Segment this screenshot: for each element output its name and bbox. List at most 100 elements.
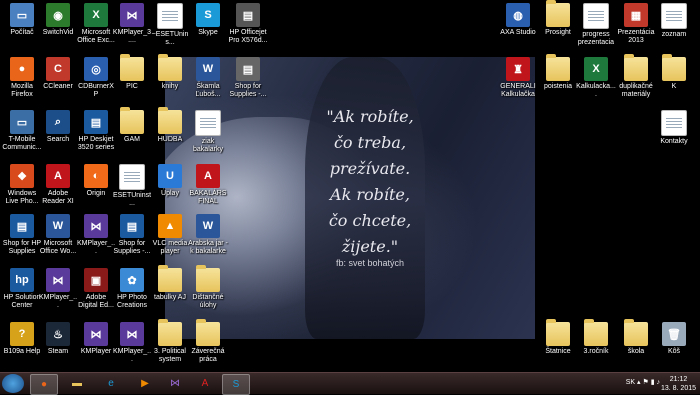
- right-icon-item[interactable]: škola: [616, 319, 656, 356]
- taskbar: ● ▬ e ▶ ⋈ A S SK ▴ ⚑ ▮ ♪ 21:12 13. 8. 2015: [0, 372, 700, 395]
- icon-label: zoznam: [661, 31, 687, 38]
- icon-label: Kôš: [667, 348, 681, 355]
- tray-icons[interactable]: ▴ ⚑ ▮ ♪: [637, 379, 660, 386]
- right-icon-item[interactable]: 🗑 Kôš: [654, 322, 694, 356]
- left-icon-item[interactable]: hp HP Solution Center: [2, 268, 42, 310]
- icon-label: Steam: [47, 348, 69, 355]
- icon-label: Shop for Supplies -...: [229, 83, 267, 98]
- left-icon-item[interactable]: S Skype: [188, 3, 228, 37]
- left-icon-item[interactable]: ⌕ Search: [38, 110, 78, 144]
- icon-label: VLC media player: [152, 240, 188, 255]
- left-icon-item[interactable]: ◉ SwitchVid: [38, 3, 78, 37]
- icon-label: ESETUninst...: [112, 192, 152, 207]
- pdf-taskbar-icon[interactable]: A: [192, 374, 218, 393]
- icon-label: Adobe Reader XI: [42, 190, 74, 205]
- icon-label: Prosight: [545, 29, 571, 36]
- right-icon-item[interactable]: zoznam: [654, 3, 694, 39]
- printer-icon: ▤: [236, 3, 260, 27]
- left-icon-item[interactable]: ⋈ KMPlayer_...: [38, 268, 78, 310]
- document-icon: [661, 110, 687, 136]
- left-icon-item[interactable]: HUDBA: [150, 107, 190, 144]
- right-icon-item[interactable]: 3.ročník: [576, 319, 616, 356]
- left-icon-item[interactable]: knihy: [150, 54, 190, 91]
- right-icon-item[interactable]: K: [654, 54, 694, 91]
- left-icon-item[interactable]: ● Mozilla Firefox: [2, 57, 42, 99]
- media-player-taskbar-icon[interactable]: ▶: [132, 374, 158, 393]
- left-icon-item[interactable]: ▤ Shop for Supplies -...: [112, 214, 152, 256]
- left-icon-item[interactable]: ▤ Shop for HP Supplies: [2, 214, 42, 256]
- left-icon-item[interactable]: ⋈ KMPlayer_3....: [112, 3, 152, 45]
- right-icon-item[interactable]: progress prezentacia: [576, 3, 616, 47]
- cdburner-icon: ◎: [84, 57, 108, 81]
- document-icon: [119, 164, 145, 190]
- firefox-taskbar-icon[interactable]: ●: [30, 374, 58, 395]
- right-icon-item[interactable]: ◍ AXA Studio: [498, 3, 538, 37]
- left-icon-item[interactable]: ⋈ KMPlayer_...: [112, 322, 152, 364]
- left-icon-item[interactable]: ⋈ KMPlayer: [76, 322, 116, 356]
- icon-label: Záverečná práca: [191, 348, 225, 363]
- document-icon: [195, 110, 221, 136]
- left-icon-item[interactable]: Dištančné úlohy: [188, 265, 228, 310]
- left-icon-item[interactable]: A BAKALÁRS FINAL: [188, 164, 228, 206]
- left-icon-item[interactable]: ♨ Steam: [38, 322, 78, 356]
- left-icon-item[interactable]: ▲ VLC media player: [150, 214, 190, 256]
- left-icon-item[interactable]: W Škamla Ľuboš...: [188, 57, 228, 99]
- right-icon-item[interactable]: poistenia: [538, 54, 578, 91]
- left-icon-item[interactable]: ziak bakalarky: [188, 110, 228, 154]
- left-icon-item[interactable]: ▤ Shop for Supplies -...: [228, 57, 268, 99]
- ie-taskbar-icon[interactable]: e: [98, 374, 124, 393]
- left-icon-item[interactable]: ▤ HP Deskjet 3520 series: [76, 110, 116, 152]
- kmplayer-icon: ⋈: [84, 214, 108, 238]
- left-icon-item[interactable]: 3. Political system: [150, 319, 190, 364]
- left-icon-item[interactable]: ✿ HP Photo Creations: [112, 268, 152, 310]
- folder-icon: [662, 54, 686, 81]
- left-icon-item[interactable]: W Microsoft Office Wo...: [38, 214, 78, 256]
- left-icon-item[interactable]: ⋈ KMPlayer_...: [76, 214, 116, 256]
- left-icon-item[interactable]: tabulky AJ: [150, 265, 190, 302]
- left-icon-item[interactable]: ▤ HP Officejet Pro X576d...: [228, 3, 268, 45]
- wallpaper-credit: fb: svet bohatých: [335, 258, 405, 268]
- firefox-icon: ●: [10, 57, 34, 81]
- wallpaper-quote: "Ak robíte, čo treba, prežívate. Ak robí…: [326, 107, 414, 256]
- icon-label: Origin: [86, 190, 106, 197]
- left-icon-item[interactable]: ❖ Windows Live Pho...: [2, 164, 42, 206]
- left-icon-item[interactable]: C CCleaner: [38, 57, 78, 91]
- right-icon-item[interactable]: Kontakty: [654, 110, 694, 146]
- left-icon-item[interactable]: ▣ Adobe Digital Ed...: [76, 268, 116, 310]
- left-icon-item[interactable]: U Úplay: [150, 164, 190, 198]
- right-icon-item[interactable]: X Kalkulacka....: [576, 57, 616, 99]
- left-icon-item[interactable]: ◎ CDBurnerXP: [76, 57, 116, 99]
- right-icon-item[interactable]: Prosight: [538, 0, 578, 37]
- folder-icon: [624, 319, 648, 346]
- left-icon-item[interactable]: ▭ Počítač: [2, 3, 42, 37]
- document-icon: [661, 3, 687, 29]
- word-icon: W: [196, 214, 220, 238]
- left-icon-item[interactable]: GAM: [112, 107, 152, 144]
- clock[interactable]: 21:12 13. 8. 2015: [661, 375, 696, 393]
- left-icon-item[interactable]: ESETUninst...: [112, 164, 152, 208]
- explorer-taskbar-icon[interactable]: ▬: [64, 374, 90, 393]
- left-icon-item[interactable]: PIC: [112, 54, 152, 91]
- left-icon-item[interactable]: ◐ Origin: [76, 164, 116, 198]
- left-icon-item[interactable]: A Adobe Reader XI: [38, 164, 78, 206]
- language-indicator[interactable]: SK: [626, 379, 635, 386]
- icon-label: 3. Political system: [154, 348, 186, 363]
- system-tray[interactable]: SK ▴ ⚑ ▮ ♪: [626, 378, 660, 386]
- kmplayer-icon: ⋈: [46, 268, 70, 292]
- icon-label: PIC: [126, 83, 138, 90]
- left-icon-item[interactable]: ▭ T-Mobile Communic...: [2, 110, 42, 152]
- right-icon-item[interactable]: duplikačné materiály: [616, 54, 656, 99]
- start-button[interactable]: [2, 374, 24, 393]
- document-icon: [157, 3, 183, 29]
- right-icon-item[interactable]: Štatnice: [538, 319, 578, 356]
- left-icon-item[interactable]: ? B109a Help: [2, 322, 42, 356]
- right-icon-item[interactable]: ♜ GENERALI Kalkulačka: [498, 57, 538, 99]
- left-icon-item[interactable]: ~ESETUnins...: [150, 3, 190, 47]
- left-icon-item[interactable]: Záverečná práca: [188, 319, 228, 364]
- kmplayer-taskbar-icon[interactable]: ⋈: [162, 374, 188, 393]
- right-icon-item[interactable]: ▦ Prezentácia 2013: [616, 3, 656, 45]
- skype-taskbar-icon[interactable]: S: [222, 374, 250, 395]
- left-icon-item[interactable]: W Arabska jar - k bakalarke: [188, 214, 228, 256]
- icon-label: HP Solution Center: [3, 294, 41, 309]
- left-icon-item[interactable]: X Microsoft Office Exc...: [76, 3, 116, 45]
